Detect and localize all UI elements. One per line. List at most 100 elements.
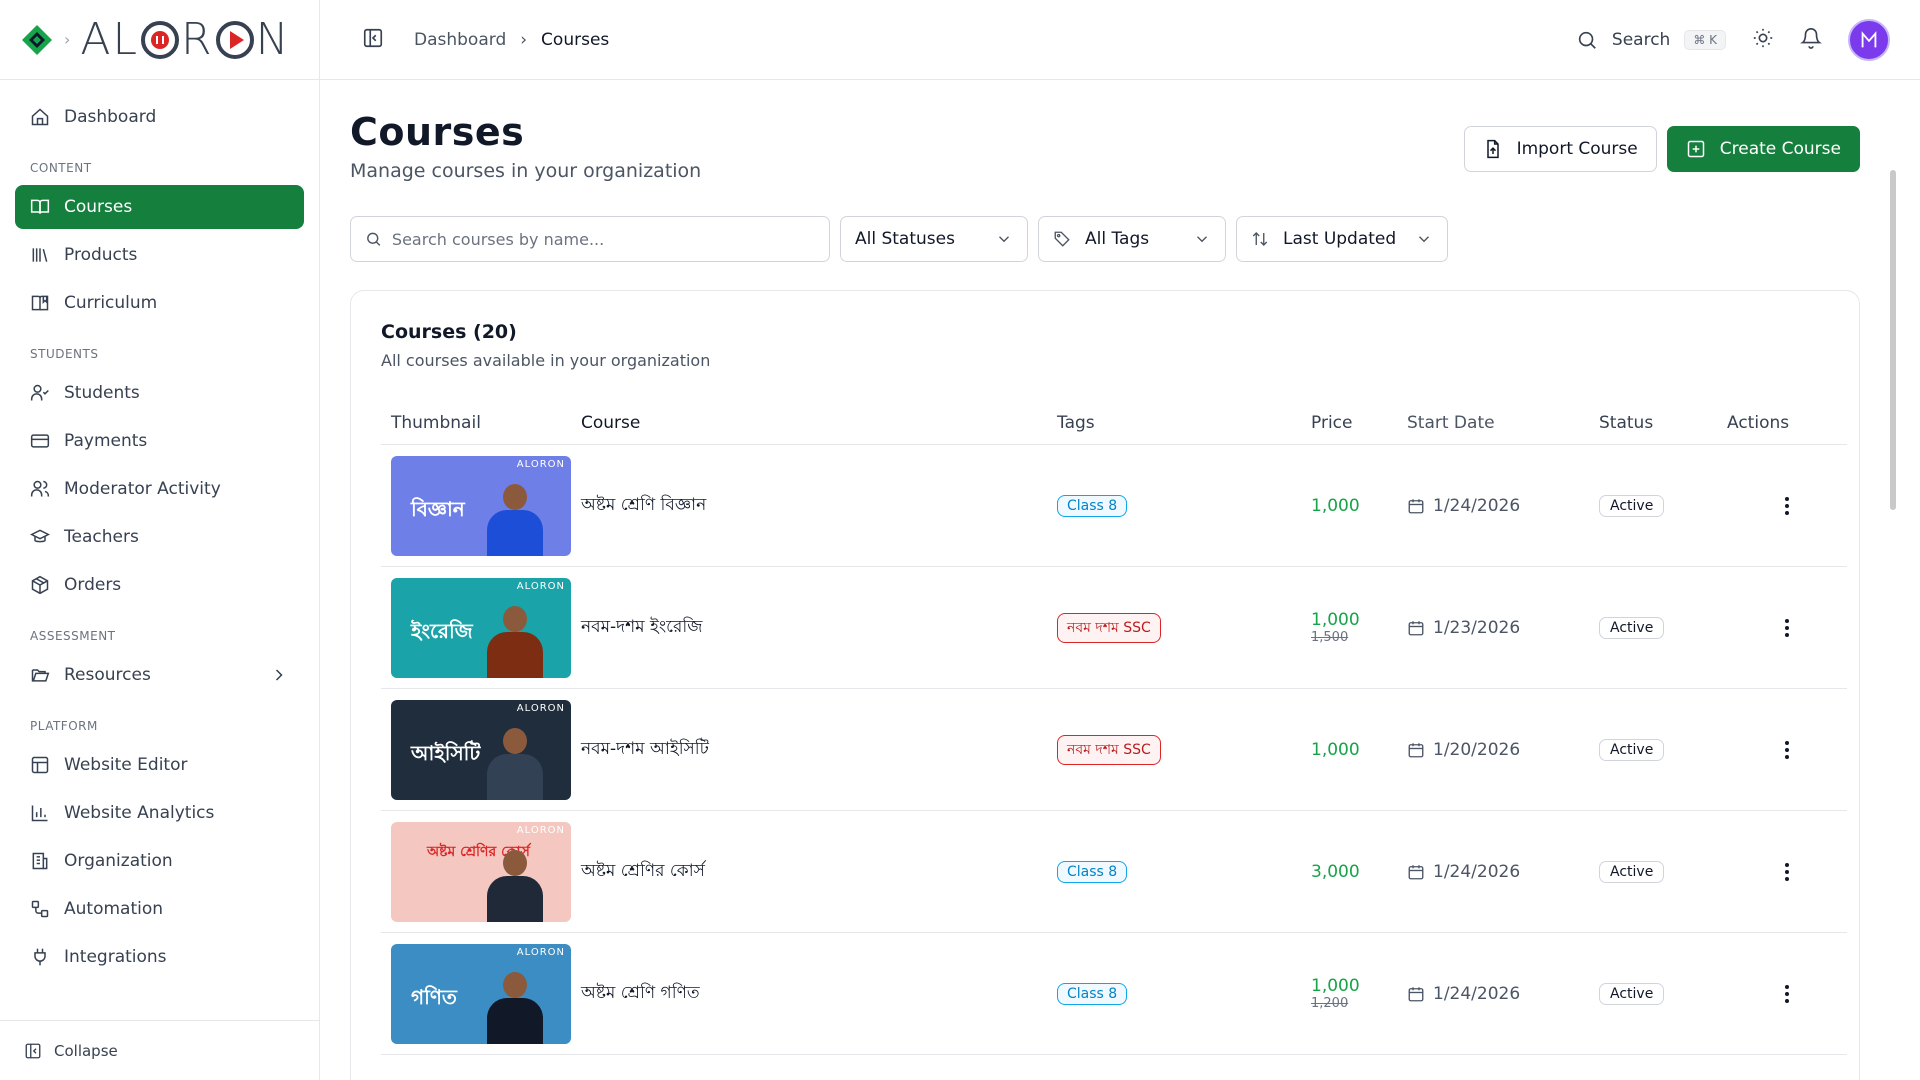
sidebar-item-resources[interactable]: Resources	[15, 653, 304, 697]
more-vertical-icon[interactable]	[1785, 618, 1789, 637]
more-vertical-icon[interactable]	[1785, 496, 1789, 515]
sidebar-item-integrations[interactable]: Integrations	[15, 935, 304, 979]
tags-cell: Class 8	[1057, 494, 1311, 517]
global-search-button[interactable]: Search ⌘ K	[1576, 29, 1726, 51]
course-name[interactable]: অষ্টম শ্রেণি গণিত	[581, 980, 1057, 1008]
notifications-button[interactable]	[1800, 27, 1822, 53]
book-open-icon	[30, 199, 50, 214]
tags-filter-select[interactable]: All Tags	[1038, 216, 1226, 262]
arrow-up-down-icon	[1252, 232, 1268, 246]
search-icon	[367, 232, 381, 246]
course-name[interactable]: নবম-দশম আইসিটি	[581, 736, 1057, 764]
status-cell: Active	[1599, 494, 1727, 517]
theme-toggle-button[interactable]	[1752, 27, 1774, 53]
sidebar-item-curriculum[interactable]: Curriculum	[15, 281, 304, 325]
course-search-field[interactable]	[350, 216, 830, 262]
table-row[interactable]: ALORON ইংরেজি নবম-দশম ইংরেজি নবম দশম SSC…	[381, 567, 1847, 689]
status-filter-select[interactable]: All Statuses	[840, 216, 1028, 262]
brand-logo-text: ALRN	[80, 14, 290, 65]
logo-bar: › ALRN	[0, 0, 319, 80]
collapse-button[interactable]: Collapse	[0, 1020, 320, 1080]
table-header: Thumbnail Course Tags Price Start Date S…	[381, 401, 1847, 445]
page-actions: Import Course Create Course	[1463, 126, 1860, 172]
sidebar-item-label: Courses	[64, 197, 133, 217]
nav-section-content: CONTENT	[30, 161, 92, 175]
calendar-icon	[1408, 620, 1424, 635]
price-cell: 1,000	[1311, 740, 1407, 760]
sidebar-item-courses[interactable]: Courses	[15, 185, 304, 229]
table-row[interactable]: ALORON অষ্টম শ্রেণির কোর্স অষ্টম শ্রেণির…	[381, 811, 1847, 933]
instructor-photo	[487, 605, 543, 678]
page-scrollbar[interactable]	[1890, 170, 1896, 510]
sidebar-item-teachers[interactable]: Teachers	[15, 515, 304, 559]
calendar-icon	[1408, 986, 1424, 1001]
course-name[interactable]: নবম-দশম ইংরেজি	[581, 614, 1057, 642]
import-course-button[interactable]: Import Course	[1463, 126, 1657, 172]
logo-letter: N	[255, 14, 291, 65]
graduation-cap-icon	[30, 529, 50, 543]
courses-table: Thumbnail Course Tags Price Start Date S…	[381, 401, 1847, 1055]
workflow-icon	[31, 900, 49, 918]
table-row[interactable]: ALORON বিজ্ঞান অষ্টম শ্রেণি বিজ্ঞান Clas…	[381, 445, 1847, 567]
sidebar-item-website-analytics[interactable]: Website Analytics	[15, 791, 304, 835]
table-row[interactable]: ALORON গণিত অষ্টম শ্রেণি গণিত Class 8 1,…	[381, 933, 1847, 1055]
course-thumbnail[interactable]: ALORON আইসিটি	[391, 699, 571, 800]
start-date-cell: 1/24/2026	[1407, 496, 1599, 516]
breadcrumb-dashboard[interactable]: Dashboard	[414, 30, 506, 50]
card-title: Courses (20)	[381, 321, 517, 343]
sort-select[interactable]: Last Updated	[1236, 216, 1448, 262]
start-date: 1/24/2026	[1433, 861, 1521, 882]
sidebar-item-orders[interactable]: Orders	[15, 563, 304, 607]
sidebar-item-payments[interactable]: Payments	[15, 419, 304, 463]
course-thumbnail[interactable]: ALORON অষ্টম শ্রেণির কোর্স	[391, 821, 571, 922]
table-row[interactable]: ALORON আইসিটি নবম-দশম আইসিটি নবম দশম SSC…	[381, 689, 1847, 811]
sidebar-item-automation[interactable]: Automation	[15, 887, 304, 931]
more-vertical-icon[interactable]	[1785, 984, 1789, 1003]
sidebar-item-students[interactable]: Students	[15, 371, 304, 415]
sidebar-toggle-button[interactable]	[362, 27, 384, 53]
price-current: 1,000	[1311, 976, 1360, 996]
sidebar-item-products[interactable]: Products	[15, 233, 304, 277]
home-icon	[31, 108, 49, 126]
sidebar-nav: Dashboard CONTENT Courses Products Curri…	[0, 95, 319, 979]
sidebar-item-dashboard[interactable]: Dashboard	[15, 95, 304, 139]
create-course-label: Create Course	[1719, 139, 1841, 159]
price-cell: 1,000	[1311, 496, 1407, 516]
more-vertical-icon[interactable]	[1785, 740, 1789, 759]
tag-badge: নবম দশম SSC	[1057, 734, 1161, 765]
tag-badge: Class 8	[1057, 494, 1128, 517]
thumbnail-brand: ALORON	[516, 580, 565, 592]
bell-icon	[1800, 28, 1822, 49]
course-thumbnail[interactable]: ALORON বিজ্ঞান	[391, 455, 571, 556]
brand-logo-icon[interactable]	[20, 23, 54, 57]
building-icon	[32, 852, 48, 870]
price-original: 1,200	[1311, 996, 1349, 1011]
status-badge: Active	[1599, 860, 1665, 883]
tags-cell: Class 8	[1057, 860, 1311, 883]
more-vertical-icon[interactable]	[1785, 862, 1789, 881]
course-name[interactable]: অষ্টম শ্রেণির কোর্স	[581, 858, 1057, 886]
course-thumbnail[interactable]: ALORON গণিত	[391, 943, 571, 1044]
price-current: 1,000	[1311, 739, 1360, 760]
sidebar-item-organization[interactable]: Organization	[15, 839, 304, 883]
status-badge: Active	[1599, 738, 1665, 761]
course-thumbnail[interactable]: ALORON ইংরেজি	[391, 577, 571, 678]
avatar-glyph-icon	[1861, 31, 1877, 48]
sidebar-item-website-editor[interactable]: Website Editor	[15, 743, 304, 787]
status-badge: Active	[1599, 616, 1665, 639]
nav-section-assessment: ASSESSMENT	[30, 629, 116, 643]
sidebar-item-moderator-activity[interactable]: Moderator Activity	[15, 467, 304, 511]
column-header: Course	[581, 412, 641, 433]
sidebar-item-label: Products	[64, 245, 138, 265]
price-cell: 1,000 1,200	[1311, 976, 1407, 1011]
course-name[interactable]: অষ্টম শ্রেণি বিজ্ঞান	[581, 492, 1057, 520]
user-avatar[interactable]	[1848, 19, 1890, 61]
logo-pause-icon	[141, 20, 180, 59]
chevron-down-icon	[1419, 236, 1429, 243]
create-course-button[interactable]: Create Course	[1666, 126, 1860, 172]
course-search-input[interactable]	[391, 229, 815, 249]
calendar-icon	[1408, 742, 1424, 757]
table-body: ALORON বিজ্ঞান অষ্টম শ্রেণি বিজ্ঞান Clas…	[381, 445, 1847, 1055]
price-current: 3,000	[1311, 861, 1360, 882]
status-cell: Active	[1599, 860, 1727, 883]
